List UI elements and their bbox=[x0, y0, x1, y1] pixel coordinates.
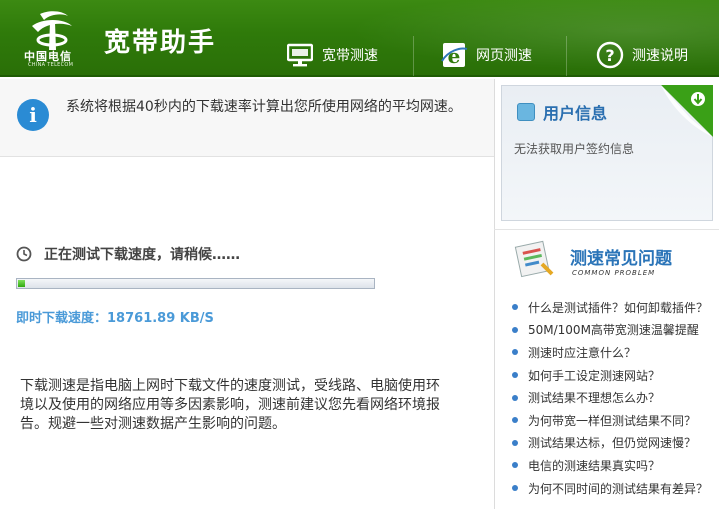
bullet-icon bbox=[512, 417, 518, 424]
nav-broadband-speed-test[interactable]: 宽带测速 bbox=[286, 38, 378, 72]
bullet-icon bbox=[512, 394, 518, 401]
info-text: 系统将根据40秒内的下载速率计算出您所使用网络的平均网速。 bbox=[66, 99, 462, 115]
bullet-icon bbox=[512, 304, 518, 311]
faq-title: 测速常见问题 bbox=[570, 249, 672, 269]
faq-item[interactable]: 什么是测试插件？如何卸载插件？ bbox=[512, 296, 717, 319]
nav-divider bbox=[413, 36, 414, 76]
faq-header: 测速常见问题 COMMON PROBLEM bbox=[510, 236, 710, 284]
svg-text:e: e bbox=[448, 44, 461, 68]
bullet-icon bbox=[512, 326, 518, 333]
page-curl-download-icon[interactable] bbox=[661, 85, 713, 137]
app-title: 宽带助手 bbox=[104, 28, 217, 58]
monitor-icon bbox=[286, 41, 314, 69]
faq-item[interactable]: 测速时应注意什么？ bbox=[512, 341, 717, 364]
test-description: 下载测速是指电脑上网时下载文件的速度测试，受线路、电脑使用环境以及使用的网络应用… bbox=[20, 378, 440, 432]
panel-separator bbox=[494, 229, 719, 230]
bullet-icon bbox=[512, 439, 518, 446]
download-progress-bar bbox=[16, 278, 375, 289]
nav-divider bbox=[566, 36, 567, 76]
faq-item[interactable]: 为何不同时间的测试结果有差异？ bbox=[512, 477, 717, 500]
instant-speed-readout: 即时下载速度：18761.89 KB/S bbox=[16, 307, 214, 326]
progress-fill bbox=[18, 280, 25, 287]
user-info-icon bbox=[517, 103, 535, 121]
question-icon: ? bbox=[596, 41, 624, 69]
info-bar: i 系统将根据40秒内的下载速率计算出您所使用网络的平均网速。 bbox=[0, 79, 494, 157]
browser-e-icon: e bbox=[440, 41, 468, 69]
bullet-icon bbox=[512, 372, 518, 379]
bullet-icon bbox=[512, 485, 518, 492]
faq-item[interactable]: 测试结果不理想怎么办？ bbox=[512, 386, 717, 409]
logo-english-text: CHINA TELECOM bbox=[28, 62, 74, 68]
faq-item[interactable]: 50M/100M高带宽测速温馨提醒 bbox=[512, 319, 717, 342]
user-info-title: 用户信息 bbox=[543, 104, 608, 123]
test-status-row: 正在测试下载速度，请稍候…… bbox=[16, 244, 240, 264]
panel-divider bbox=[494, 79, 495, 509]
svg-text:?: ? bbox=[605, 46, 614, 65]
user-info-card: 用户信息 无法获取用户签约信息 bbox=[501, 85, 713, 221]
faq-item[interactable]: 为何带宽一样但测试结果不同？ bbox=[512, 409, 717, 432]
header-bar: 中国电信 CHINA TELECOM 宽带助手 宽带测速 e 网页测速 ? 测速… bbox=[0, 0, 719, 77]
faq-item[interactable]: 测试结果达标，但仍觉网速慢？ bbox=[512, 432, 717, 455]
nav-speed-test-help[interactable]: ? 测速说明 bbox=[596, 38, 688, 72]
nav-web-speed-test[interactable]: e 网页测速 bbox=[440, 38, 532, 72]
bullet-icon bbox=[512, 349, 518, 356]
nav-label: 测速说明 bbox=[632, 48, 688, 64]
clock-icon bbox=[16, 246, 32, 262]
test-status-text: 正在测试下载速度，请稍候…… bbox=[44, 247, 240, 263]
speed-value: 18761.89 KB/S bbox=[107, 311, 214, 326]
bullet-icon bbox=[512, 462, 518, 469]
nav-label: 网页测速 bbox=[476, 48, 532, 64]
faq-item[interactable]: 如何手工设定测速网站？ bbox=[512, 364, 717, 387]
user-info-message: 无法获取用户签约信息 bbox=[514, 142, 635, 156]
faq-document-icon bbox=[514, 240, 554, 278]
info-icon: i bbox=[17, 99, 49, 131]
faq-item[interactable]: 电信的测速结果真实吗？ bbox=[512, 454, 717, 477]
nav-label: 宽带测速 bbox=[322, 48, 378, 64]
speed-label: 即时下载速度： bbox=[16, 311, 108, 326]
faq-subtitle: COMMON PROBLEM bbox=[572, 269, 656, 277]
faq-list: 什么是测试插件？如何卸载插件？ 50M/100M高带宽测速温馨提醒 测速时应注意… bbox=[512, 296, 717, 499]
